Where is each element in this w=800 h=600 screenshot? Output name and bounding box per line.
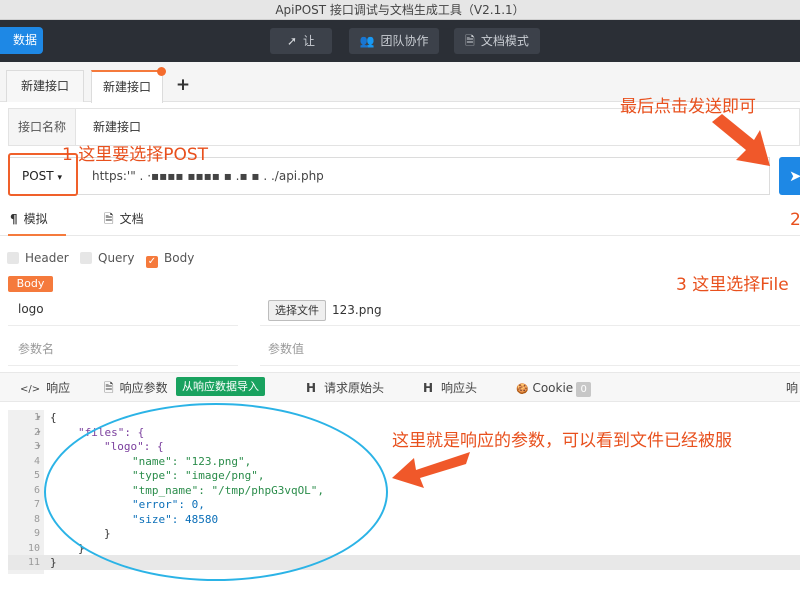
fold-toggle-icon[interactable]: ▾ bbox=[36, 426, 41, 441]
tab-document-label: 文档 bbox=[119, 212, 144, 226]
cookie-icon: 🍪 bbox=[516, 384, 529, 395]
line-number: 11 bbox=[27, 557, 40, 568]
send-icon: ➚ bbox=[286, 34, 298, 48]
line-number: 6 bbox=[33, 484, 40, 496]
send-mode-button[interactable]: ➚ 让 bbox=[270, 28, 332, 54]
param-type-checkboxes: Header Query ✓ Body bbox=[0, 246, 800, 270]
unsaved-dot-icon bbox=[157, 67, 166, 76]
body-badge: Body bbox=[8, 276, 53, 292]
header-label: Header bbox=[25, 251, 69, 265]
tab-label: 新建接口 bbox=[102, 80, 151, 94]
tab-raw-request-headers[interactable]: H 请求原始头 bbox=[306, 373, 384, 403]
checkbox-icon bbox=[80, 252, 92, 264]
tab-new-api-1[interactable]: 新建接口 bbox=[6, 70, 84, 102]
param-key[interactable]: logo bbox=[18, 302, 44, 316]
line-number: 4 bbox=[33, 455, 40, 467]
line-number: 7 bbox=[33, 499, 40, 510]
tab-response-params[interactable]: 🗎 响应参数 bbox=[104, 373, 168, 403]
line-number: 9 bbox=[33, 528, 40, 539]
send-mode-label: 让 bbox=[303, 34, 316, 48]
code-line: } bbox=[50, 556, 57, 569]
tab-cookie-label: Cookie bbox=[532, 381, 574, 395]
tab-raw-request-headers-label: 请求原始头 bbox=[324, 381, 385, 395]
tab-response-headers[interactable]: H 响应头 bbox=[423, 373, 477, 403]
checkmark-icon: ✓ bbox=[146, 256, 158, 268]
doc-mode-button[interactable]: 🗎 文档模式 bbox=[454, 28, 540, 54]
query-label: Query bbox=[98, 251, 135, 265]
document-icon: 🗎 bbox=[104, 212, 114, 226]
header-icon: H bbox=[306, 381, 317, 395]
doc-mode-label: 文档模式 bbox=[480, 34, 529, 48]
param-key-placeholder[interactable]: 参数名 bbox=[18, 340, 54, 357]
response-highlight-ellipse bbox=[44, 403, 388, 581]
tab-response-more[interactable]: 响 bbox=[786, 373, 798, 403]
row-divider bbox=[8, 325, 238, 326]
tab-response-label: 响应 bbox=[46, 381, 71, 395]
param-value-placeholder[interactable]: 参数值 bbox=[268, 340, 304, 357]
code-line: { bbox=[50, 411, 57, 424]
line-number: 5 bbox=[33, 470, 40, 481]
tab-simulate[interactable]: ¶ 模拟 bbox=[8, 204, 66, 236]
annotation-step2: 2 bbox=[790, 210, 800, 230]
line-number: 8 bbox=[33, 513, 40, 525]
import-from-response-button[interactable]: 从响应数据导入 bbox=[176, 377, 265, 396]
body-params-table: logo 参数名 参数值 bbox=[8, 292, 800, 368]
annotation-step1: 1 这里要选择POST bbox=[62, 145, 209, 165]
top-toolbar: 数据 ➚ 让 👥 团队协作 🗎 文档模式 bbox=[0, 20, 800, 62]
tab-response[interactable]: </> 响应 bbox=[20, 373, 70, 403]
annotation-response-note: 这里就是响应的参数，可以看到文件已经被服 bbox=[392, 431, 732, 451]
header-icon: H bbox=[423, 381, 434, 395]
tab-response-params-label: 响应参数 bbox=[119, 381, 168, 395]
cookie-count-badge: 0 bbox=[576, 382, 592, 397]
body-checkbox[interactable]: ✓ Body bbox=[146, 250, 195, 268]
add-tab-button[interactable]: + bbox=[167, 70, 199, 100]
code-icon: </> bbox=[20, 384, 41, 395]
tab-new-api-2[interactable]: 新建接口 bbox=[91, 67, 166, 103]
line-number: 10 bbox=[27, 542, 40, 554]
document-icon: 🗎 bbox=[465, 34, 475, 48]
mode-tabs: ¶ 模拟 🗎 文档 bbox=[0, 204, 800, 236]
checkbox-icon bbox=[7, 252, 19, 264]
tab-cookie[interactable]: 🍪 Cookie 0 bbox=[516, 373, 592, 403]
tab-simulate-label: 模拟 bbox=[23, 212, 48, 226]
row-divider bbox=[260, 365, 800, 366]
team-collab-label: 团队协作 bbox=[380, 34, 429, 48]
fold-toggle-icon[interactable]: ▾ bbox=[36, 440, 41, 455]
annotation-step3: 3 这里选择File bbox=[676, 275, 789, 295]
tab-response-headers-label: 响应头 bbox=[441, 381, 478, 395]
header-checkbox[interactable]: Header bbox=[7, 250, 69, 266]
annotation-send-hint: 最后点击发送即可 bbox=[620, 97, 756, 117]
row-divider bbox=[260, 325, 800, 326]
fold-toggle-icon[interactable]: ▾ bbox=[36, 411, 41, 426]
row-divider bbox=[8, 365, 238, 366]
paper-plane-icon: ➤ bbox=[789, 167, 800, 185]
chosen-file-name: 123.png bbox=[332, 303, 382, 317]
paragraph-icon: ¶ bbox=[10, 212, 18, 226]
response-tabs: </> 响应 🗎 响应参数 H 请求原始头 H 响应头 🍪 Cookie 0 响 bbox=[0, 372, 800, 402]
body-label: Body bbox=[164, 251, 195, 265]
team-collab-button[interactable]: 👥 团队协作 bbox=[349, 28, 439, 54]
team-icon: 👥 bbox=[359, 34, 375, 48]
document-icon: 🗎 bbox=[104, 381, 114, 395]
sync-data-button[interactable]: 数据 bbox=[0, 27, 43, 54]
send-button[interactable]: ➤ bbox=[779, 157, 800, 195]
window-title: ApiPOST 接口调试与文档生成工具（V2.1.1） bbox=[0, 0, 800, 20]
tab-document[interactable]: 🗎 文档 bbox=[104, 204, 154, 236]
query-checkbox[interactable]: Query bbox=[80, 250, 134, 266]
choose-file-button[interactable]: 选择文件 bbox=[268, 300, 326, 321]
